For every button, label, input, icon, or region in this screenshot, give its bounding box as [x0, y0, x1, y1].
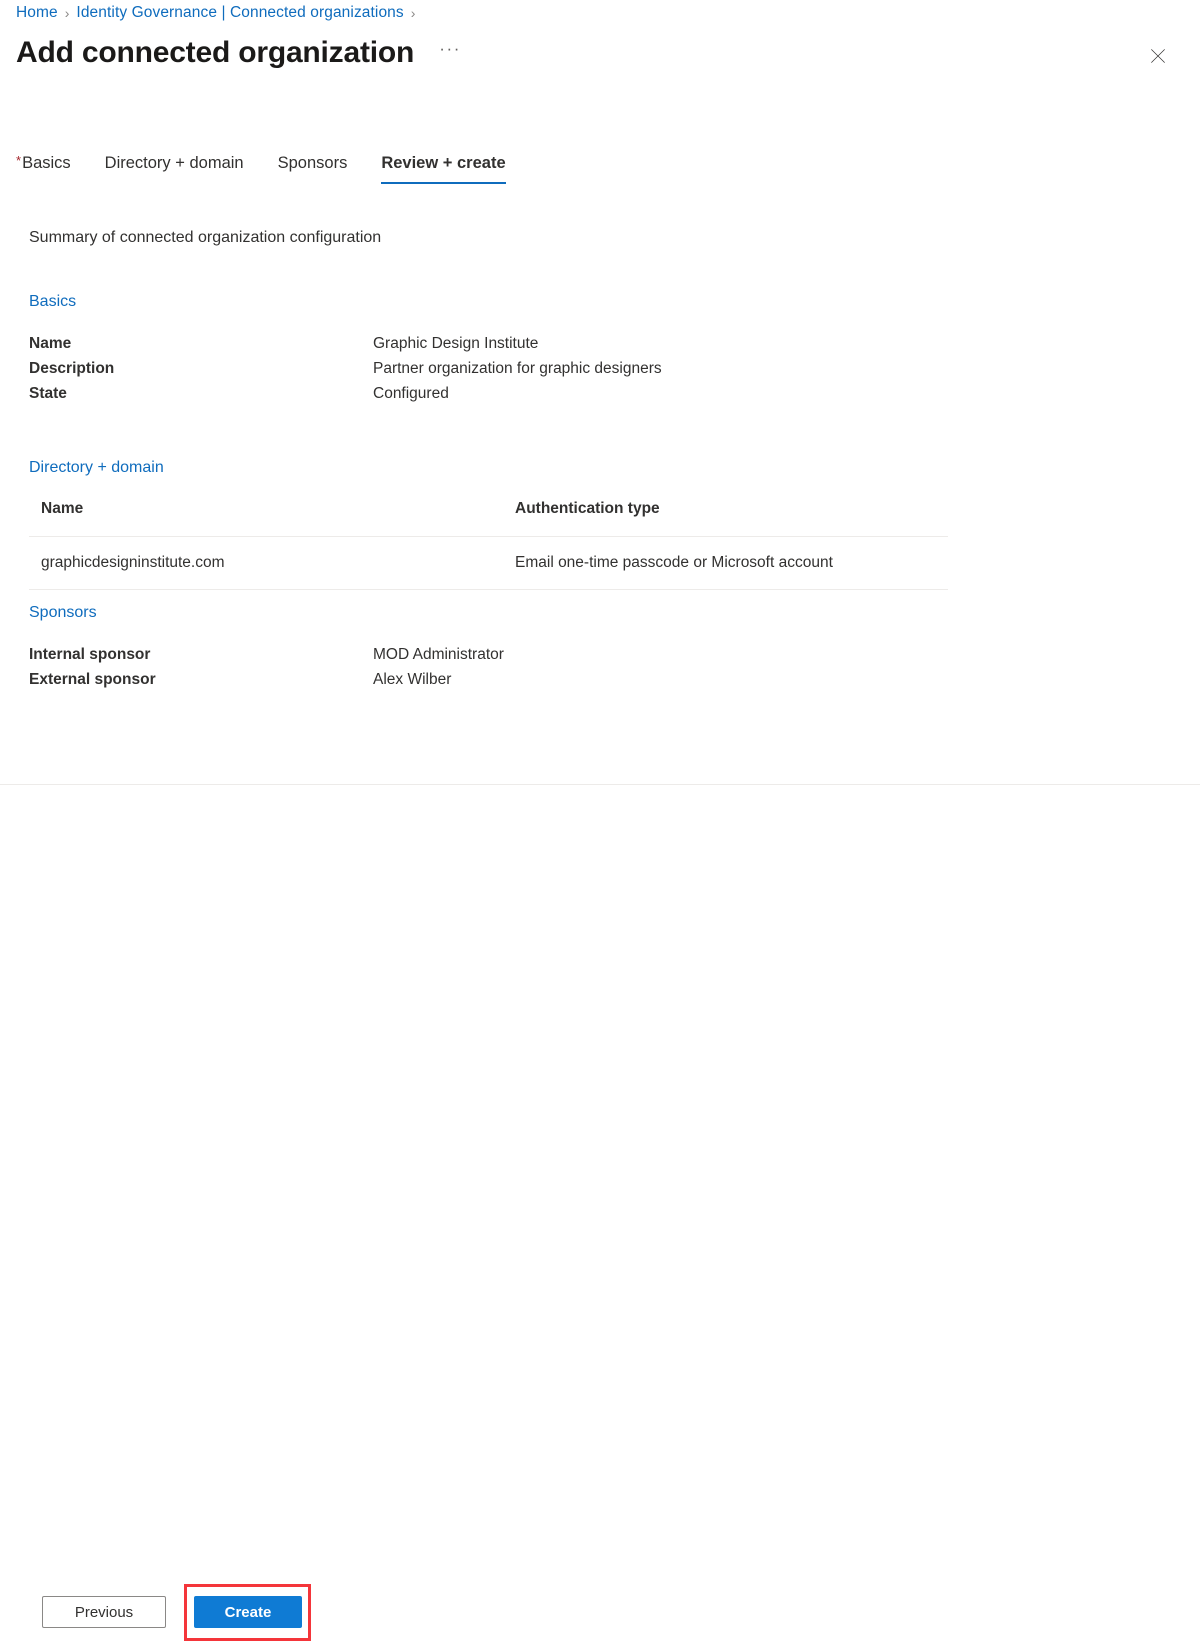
cell-authentication-type: Email one-time passcode or Microsoft acc… — [503, 536, 948, 590]
breadcrumb-item-identity-governance[interactable]: Identity Governance | Connected organiza… — [76, 4, 403, 22]
wizard-tabs: *Basics Directory + domain Sponsors Revi… — [16, 144, 506, 184]
breadcrumb-chevron-icon: › — [410, 5, 416, 21]
tab-sponsors[interactable]: Sponsors — [278, 153, 348, 184]
basics-description-value: Partner organization for graphic designe… — [373, 360, 662, 377]
tab-directory-domain[interactable]: Directory + domain — [105, 153, 244, 184]
page-title: Add connected organization — [16, 36, 415, 69]
breadcrumb: Home › Identity Governance | Connected o… — [16, 0, 422, 26]
table-row: Name Graphic Design Institute — [29, 331, 662, 356]
external-sponsor-label: External sponsor — [29, 671, 156, 688]
summary-description: Summary of connected organization config… — [29, 229, 382, 246]
tab-basics[interactable]: *Basics — [16, 151, 71, 184]
table-row: graphicdesigninstitute.com Email one-tim… — [29, 536, 948, 590]
close-icon[interactable] — [1142, 40, 1174, 72]
table-row: Internal sponsor MOD Administrator — [29, 642, 504, 667]
basics-summary-table: Name Graphic Design Institute Descriptio… — [29, 331, 662, 406]
sponsors-summary-table: Internal sponsor MOD Administrator Exter… — [29, 642, 504, 692]
tab-sponsors-label: Sponsors — [277, 154, 348, 172]
tab-basics-label: Basics — [22, 154, 71, 172]
basics-name-label: Name — [29, 335, 72, 352]
basics-name-value: Graphic Design Institute — [373, 335, 539, 352]
basics-state-value: Configured — [373, 385, 449, 402]
tab-review-create[interactable]: Review + create — [381, 153, 506, 184]
breadcrumb-item-home[interactable]: Home — [16, 4, 58, 22]
tab-review-create-label: Review + create — [381, 154, 506, 172]
section-heading-directory-domain[interactable]: Directory + domain — [29, 459, 164, 477]
column-header-name: Name — [29, 500, 503, 537]
create-button[interactable]: Create — [194, 1596, 302, 1628]
table-row: Description Partner organization for gra… — [29, 356, 662, 381]
previous-button[interactable]: Previous — [42, 1596, 166, 1628]
footer-bar: Previous Create — [0, 785, 1200, 1641]
basics-description-label: Description — [29, 360, 115, 377]
internal-sponsor-label: Internal sponsor — [29, 646, 151, 663]
table-row: State Configured — [29, 381, 662, 406]
breadcrumb-chevron-icon: › — [64, 5, 70, 21]
tab-directory-domain-label: Directory + domain — [104, 154, 244, 172]
section-heading-basics[interactable]: Basics — [29, 293, 76, 311]
column-header-authentication-type: Authentication type — [503, 500, 948, 537]
basics-state-label: State — [29, 385, 67, 402]
required-asterisk-icon: * — [16, 153, 22, 168]
cell-domain-name: graphicdesigninstitute.com — [29, 536, 503, 590]
more-options-icon[interactable]: ··· — [436, 39, 464, 67]
internal-sponsor-value: MOD Administrator — [373, 646, 504, 663]
external-sponsor-value: Alex Wilber — [373, 671, 452, 688]
section-heading-sponsors[interactable]: Sponsors — [29, 604, 97, 622]
table-row: External sponsor Alex Wilber — [29, 667, 504, 692]
title-row: Add connected organization ··· — [16, 32, 464, 74]
table-header-row: Name Authentication type — [29, 500, 948, 537]
directory-domain-grid: Name Authentication type graphicdesignin… — [29, 500, 948, 590]
